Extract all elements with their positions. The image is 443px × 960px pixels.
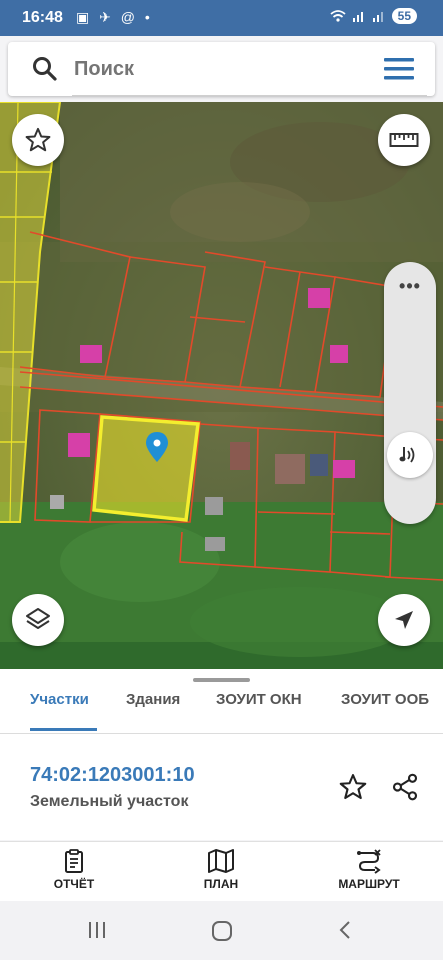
active-tab-indicator xyxy=(30,728,97,731)
layers-button[interactable] xyxy=(12,594,64,646)
ruler-icon xyxy=(389,133,419,147)
star-icon xyxy=(25,127,51,152)
drag-handle[interactable] xyxy=(193,678,250,682)
battery-indicator: 55 xyxy=(391,8,417,24)
favorites-button[interactable] xyxy=(12,114,64,166)
selected-parcel[interactable] xyxy=(94,417,198,520)
hamburger-menu-icon[interactable] xyxy=(383,55,415,83)
parcel-type: Земельный участок xyxy=(30,793,189,810)
layers-icon xyxy=(26,608,50,629)
star-icon[interactable] xyxy=(338,772,368,802)
search-icon[interactable] xyxy=(32,56,58,82)
volume-note-icon xyxy=(399,447,415,463)
notification-icons: ▣ ✈ @ • xyxy=(76,9,153,25)
building-roof xyxy=(230,442,250,470)
search-input[interactable] xyxy=(74,54,374,84)
tab-parcels[interactable]: Участки xyxy=(30,691,89,708)
building-roof xyxy=(275,454,305,484)
system-status-icons: 55 xyxy=(330,8,417,24)
recent-apps-icon[interactable] xyxy=(86,919,108,941)
navigation-arrow-icon xyxy=(395,611,413,629)
signal-icon xyxy=(352,12,363,22)
building-roof xyxy=(68,433,90,457)
tab-zouit-okn[interactable]: ЗОУИТ ОКН xyxy=(216,691,302,708)
my-location-button[interactable] xyxy=(378,594,430,646)
plan-label: ПЛАН xyxy=(203,877,239,891)
layer-tabs: Участки Здания ЗОУИТ ОКН ЗОУИТ ООБ xyxy=(0,669,443,733)
building-roof xyxy=(80,345,102,363)
share-icon[interactable] xyxy=(390,772,420,802)
building-roof xyxy=(308,288,330,308)
building-roof xyxy=(205,497,223,515)
route-label: МАРШРУТ xyxy=(338,877,400,891)
map-plan-icon xyxy=(208,849,234,873)
report-clipboard-icon xyxy=(65,849,83,873)
report-button[interactable]: ОТЧЁТ xyxy=(14,848,134,891)
slider-handle[interactable] xyxy=(387,432,433,478)
tab-zouit-oob[interactable]: ЗОУИТ ООБ xyxy=(341,691,429,708)
building-roof xyxy=(333,460,355,478)
tab-buildings[interactable]: Здания xyxy=(126,691,180,708)
signal-icon-2 xyxy=(372,12,383,22)
route-button[interactable]: МАРШРУТ xyxy=(309,848,429,891)
building-roof xyxy=(330,345,348,363)
building-roof xyxy=(310,454,328,476)
bottom-navigation: ОТЧЁТ ПЛАН МАРШРУТ xyxy=(0,841,443,901)
building-roof xyxy=(50,495,64,509)
status-bar: 16:48 ▣ ✈ @ • 55 xyxy=(0,0,443,36)
search-bar xyxy=(8,42,435,96)
search-underline xyxy=(72,95,427,96)
parcel-cadastral-number[interactable]: 74:02:1203001:10 xyxy=(30,764,195,787)
map-canvas[interactable] xyxy=(0,102,443,669)
back-icon[interactable] xyxy=(334,919,356,941)
opacity-slider[interactable]: ••• xyxy=(384,262,436,524)
parcel-info-card[interactable]: 74:02:1203001:10 Земельный участок xyxy=(0,734,443,840)
plan-button[interactable]: ПЛАН xyxy=(161,848,281,891)
system-navigation-bar xyxy=(0,901,443,960)
wifi-icon xyxy=(330,10,346,22)
home-icon[interactable] xyxy=(210,919,234,943)
status-time: 16:48 xyxy=(22,9,63,26)
measure-button[interactable] xyxy=(378,114,430,166)
building-roof xyxy=(205,537,225,551)
report-label: ОТЧЁТ xyxy=(53,877,95,891)
satellite-map[interactable] xyxy=(0,102,443,669)
slider-menu-icon[interactable]: ••• xyxy=(384,276,436,297)
route-icon xyxy=(357,849,381,874)
